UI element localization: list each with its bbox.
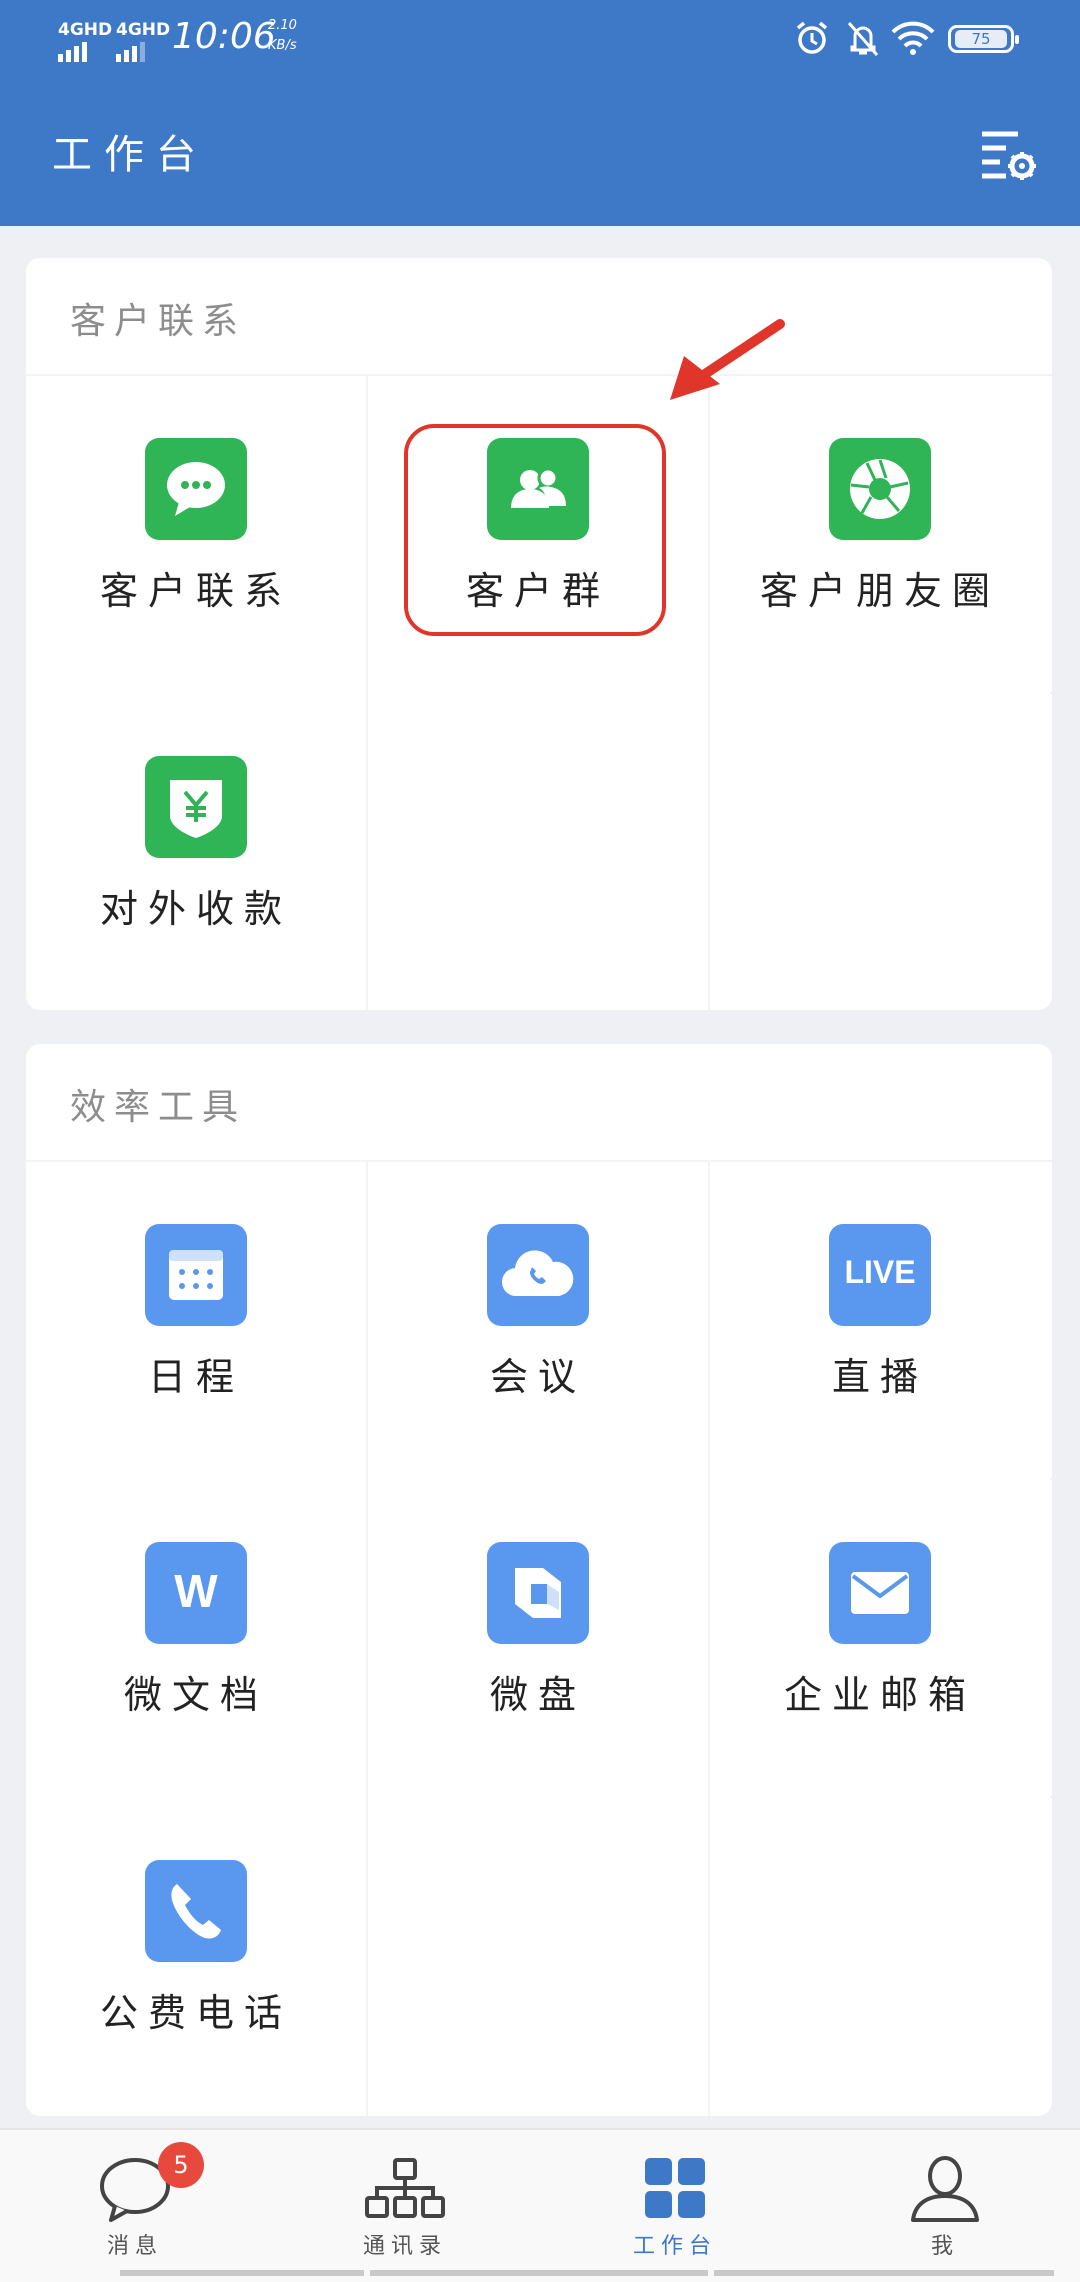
shutter-icon [829,438,931,540]
section-productivity-tools: 效率工具 日程 会议 LIVE 直播 W 微文档 微盘 企业邮箱 公费电话 [26,1044,1052,2116]
home-indicator [120,2270,364,2276]
tool-label: 企业邮箱 [783,1673,976,1717]
wifi-icon [891,21,935,55]
drive-icon [487,1542,589,1644]
tool-label: 微盘 [489,1673,586,1717]
tool-live[interactable]: LIVE 直播 [710,1162,1050,1480]
tool-doc[interactable]: W 微文档 [26,1480,366,1798]
status-time: 10:06 [172,16,276,57]
tab-label: 通讯录 [362,2234,447,2259]
tool-external-payment[interactable]: 对外收款 [26,694,366,1010]
section-title: 效率工具 [70,1087,247,1128]
empty-cell [368,1798,708,2116]
tool-customer-contact[interactable]: 客户联系 [26,376,366,694]
grid-icon [645,2158,705,2218]
chat-bubble-icon [145,438,247,540]
mute-bell-icon [847,22,879,56]
tab-label: 工作台 [632,2234,717,2259]
battery-level: 75 [955,30,1007,48]
calendar-icon [145,1224,247,1326]
list-settings-icon[interactable] [978,128,1038,180]
document-w-icon: W [145,1542,247,1644]
cloud-phone-icon [487,1224,589,1326]
network-speed: 2.10 KB/s [268,18,297,53]
top-bar: 4GHD 4GHD 10:06 2.10 KB/s 75 工作台 [0,0,1080,226]
tab-label: 我 [930,2234,959,2259]
unread-badge: 5 [158,2142,204,2188]
person-icon [911,2156,979,2222]
tool-meeting[interactable]: 会议 [368,1162,708,1480]
tool-paid-call[interactable]: 公费电话 [26,1798,366,2116]
alarm-icon [796,21,828,54]
page-title: 工作台 [52,132,208,178]
signal-2-icon: 4GHD [116,20,170,62]
tab-workbench[interactable]: 工作台 [540,2130,810,2282]
yuan-shield-icon [145,756,247,858]
tab-messages[interactable]: 5 消息 [0,2130,270,2282]
section-title: 客户联系 [70,301,247,342]
tool-label: 对外收款 [99,887,292,931]
battery-icon: 75 [948,25,1019,53]
tool-label: 客户联系 [99,569,292,613]
red-arrow-icon [670,319,785,400]
tab-contacts[interactable]: 通讯录 [270,2130,540,2282]
tool-mail[interactable]: 企业邮箱 [710,1480,1050,1798]
live-icon-text: LIVE [844,1254,916,1290]
bottom-tab-bar: 5 消息 通讯录 工作台 我 [0,2128,1080,2282]
home-indicator [370,2270,708,2276]
tool-schedule[interactable]: 日程 [26,1162,366,1480]
phone-icon [145,1860,247,1962]
empty-cell [368,694,708,1010]
empty-cell [710,694,1050,1010]
tool-label: 微文档 [123,1673,268,1717]
highlight-box [404,424,666,636]
doc-icon-text: W [174,1565,218,1617]
tool-drive[interactable]: 微盘 [368,1480,708,1798]
tool-label: 公费电话 [99,1991,292,2035]
tool-label: 会议 [489,1355,586,1399]
signal-1-icon: 4GHD [58,20,112,62]
tool-label: 直播 [831,1355,928,1399]
tool-label: 客户朋友圈 [759,569,1000,613]
home-indicator [714,2270,1054,2276]
tool-label: 日程 [147,1355,244,1399]
tab-me[interactable]: 我 [810,2130,1080,2282]
live-icon: LIVE [829,1224,931,1326]
status-bar: 4GHD 4GHD 10:06 2.10 KB/s 75 [0,0,1080,78]
tab-label: 消息 [106,2234,163,2259]
org-chart-icon [365,2158,445,2218]
mail-icon [829,1542,931,1644]
empty-cell [710,1798,1050,2116]
tool-customer-moments[interactable]: 客户朋友圈 [710,376,1050,694]
